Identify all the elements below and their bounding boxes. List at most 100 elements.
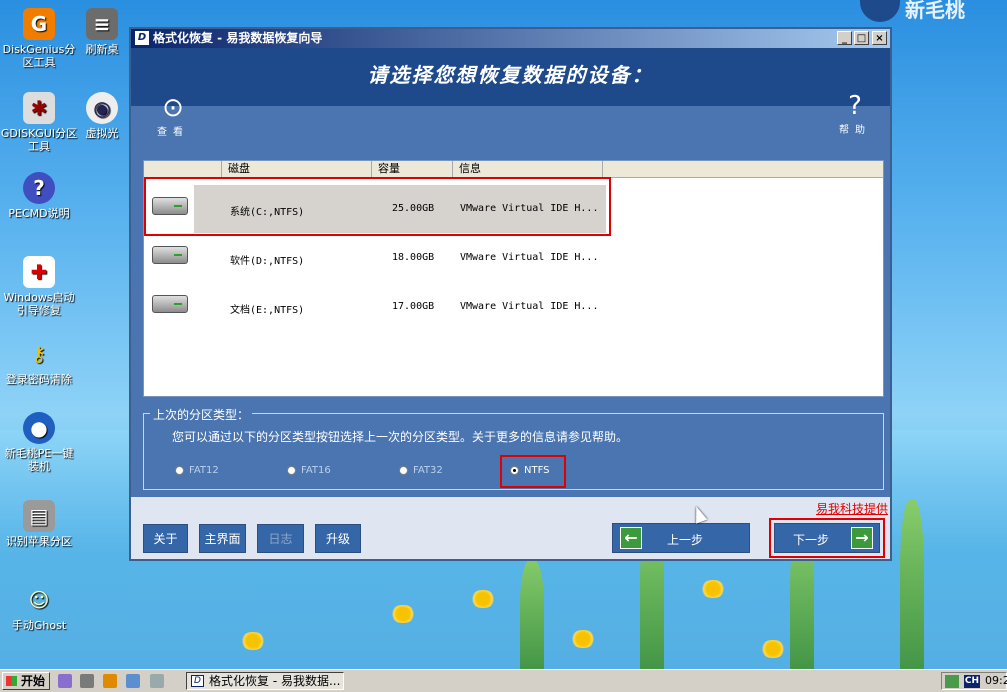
column-header-info[interactable]: 信息 <box>453 161 603 177</box>
quicklaunch-tool-icon[interactable] <box>58 674 72 688</box>
window-titlebar[interactable]: D 格式化恢复 - 易我数据恢复向导 _ □ × <box>131 29 890 48</box>
taskbar-window-button[interactable]: D 格式化恢复 - 易我数据... <box>186 672 344 690</box>
network-tray-icon[interactable] <box>945 675 959 688</box>
desktop-icon-label: DiskGenius分区工具 <box>2 43 76 69</box>
arrow-left-icon: ← <box>620 527 642 549</box>
desktop-icon-label: PECMD说明 <box>8 207 70 220</box>
view-disk-icon: ⊙ <box>162 93 184 123</box>
device-row-d[interactable]: 软件(D:,NTFS) 18.00GB VMware Virtual IDE H… <box>144 234 883 282</box>
desktop-icon-boot-repair[interactable]: ✚ Windows启动引导修复 <box>0 256 78 317</box>
ghost-icon: ☺ <box>28 587 50 612</box>
desktop-icon-label: 新毛桃PE一键装机 <box>4 447 74 473</box>
device-disk: 软件(D:,NTFS) <box>230 256 305 267</box>
hard-disk-icon <box>152 295 188 313</box>
app-icon: D <box>191 675 204 687</box>
wallpaper-flower <box>700 580 726 598</box>
help-button[interactable]: ? 帮助 <box>835 91 875 136</box>
desktop-icon-label: 刷新桌 <box>85 43 119 56</box>
radio-dot <box>287 466 296 475</box>
view-button[interactable]: ⊙ 查看 <box>153 93 193 138</box>
column-header-capacity[interactable]: 容量 <box>372 161 453 177</box>
peach-icon: ● <box>23 412 55 444</box>
radio-label: FAT16 <box>301 465 331 476</box>
system-tray: CH 09:2 <box>941 672 1007 690</box>
wallpaper-flower <box>760 640 786 658</box>
first-aid-icon: ✚ <box>23 256 55 288</box>
quicklaunch-printer-icon[interactable] <box>80 674 94 688</box>
wallpaper-grass <box>520 560 544 670</box>
desktop-icon-pe-install[interactable]: ● 新毛桃PE一键装机 <box>0 412 78 473</box>
quicklaunch-eraser-icon[interactable] <box>150 674 164 688</box>
help-icon: ? <box>848 91 862 121</box>
radio-dot <box>175 466 184 475</box>
desktop-icon-diskgenius[interactable]: G DiskGenius分区工具 <box>0 8 78 69</box>
radio-fat16[interactable]: FAT16 <box>287 465 331 476</box>
group-description: 您可以通过以下的分区类型按钮选择上一次的分区类型。关于更多的信息请参见帮助。 <box>172 430 629 444</box>
desktop-icon-pecmd[interactable]: ? PECMD说明 <box>0 172 78 220</box>
view-label: 查看 <box>157 127 189 138</box>
desktop-icon-label: 手动Ghost <box>11 619 67 632</box>
quicklaunch-monitor-icon[interactable] <box>126 674 140 688</box>
radio-dot <box>399 466 408 475</box>
desktop-icon-label: GDISKGUI分区工具 <box>0 127 78 153</box>
key-icon: ⚷ <box>31 341 47 366</box>
maximize-button[interactable]: □ <box>854 31 869 45</box>
windows-logo-icon <box>6 676 17 686</box>
minimize-button[interactable]: _ <box>837 31 852 45</box>
input-method-indicator[interactable]: CH <box>964 675 980 688</box>
wallpaper-grass <box>900 500 924 670</box>
column-header-disk[interactable]: 磁盘 <box>222 161 372 177</box>
desktop-icon-apple-partition[interactable]: ▤ 识别苹果分区 <box>0 500 78 548</box>
clock: 09:2 <box>985 674 1007 687</box>
wallpaper-flower <box>570 630 596 648</box>
radio-fat12[interactable]: FAT12 <box>175 465 219 476</box>
ntfs-highlight-box <box>500 455 566 488</box>
desktop-icon-password-clear[interactable]: ⚷ 登录密码清除 <box>0 338 78 387</box>
taskbar: 开始 D 格式化恢复 - 易我数据... CH 09:2 <box>0 669 1007 692</box>
device-row-e[interactable]: 文档(E:,NTFS) 17.00GB VMware Virtual IDE H… <box>144 283 883 331</box>
desktop-icon-virtual-cd[interactable]: ◉ 虚拟光 <box>72 92 132 140</box>
desktop-icon-gdiskgui[interactable]: ✱ GDISKGUI分区工具 <box>0 92 78 153</box>
log-button[interactable]: 日志 <box>257 524 304 553</box>
upgrade-button[interactable]: 升级 <box>315 524 361 553</box>
start-label: 开始 <box>21 674 46 688</box>
desktop-icon-manual-ghost[interactable]: ☺ 手动Ghost <box>0 584 78 633</box>
company-link[interactable]: 易我科技提供 <box>813 500 890 517</box>
radio-label: FAT32 <box>413 465 443 476</box>
radio-fat32[interactable]: FAT32 <box>399 465 443 476</box>
app-icon: D <box>135 31 149 45</box>
main-interface-button[interactable]: 主界面 <box>199 524 246 553</box>
column-header-icon <box>144 161 222 177</box>
hard-disk-icon: ▤ <box>23 500 55 532</box>
wallpaper-flower <box>470 590 496 608</box>
wallpaper-flower <box>390 605 416 623</box>
help-question-icon: ? <box>23 172 55 204</box>
device-info: VMware Virtual IDE H... <box>460 301 599 312</box>
device-info: VMware Virtual IDE H... <box>460 252 599 263</box>
recovery-window: D 格式化恢复 - 易我数据恢复向导 _ □ × 请选择您想恢复数据的设备： ⊙… <box>129 27 892 561</box>
desktop-icon-label: 虚拟光 <box>85 127 119 140</box>
about-button[interactable]: 关于 <box>143 524 188 553</box>
close-button[interactable]: × <box>872 31 887 45</box>
brand-text: 新毛桃 <box>905 0 965 22</box>
device-capacity: 18.00GB <box>392 252 435 263</box>
start-button[interactable]: 开始 <box>2 672 50 690</box>
task-label: 格式化恢复 - 易我数据... <box>209 674 341 688</box>
group-legend: 上次的分区类型： <box>150 406 253 423</box>
radio-label: FAT12 <box>189 465 219 476</box>
diskgenius-icon: G <box>23 8 55 40</box>
help-label: 帮助 <box>839 125 871 136</box>
desktop-icon-label: 识别苹果分区 <box>6 535 72 548</box>
wallpaper-flower <box>240 632 266 650</box>
prev-button[interactable]: ← 上一步 <box>612 523 750 553</box>
quicklaunch-folder-icon[interactable] <box>103 674 117 688</box>
brand-logo <box>860 0 900 22</box>
desktop-icon-label: Windows启动引导修复 <box>3 291 75 317</box>
prev-label: 上一步 <box>667 533 704 547</box>
gdiskgui-icon: ✱ <box>23 92 55 124</box>
refresh-desktop-icon: ≡ <box>86 8 118 40</box>
hard-disk-icon <box>152 246 188 264</box>
desktop-icon-refresh[interactable]: ≡ 刷新桌 <box>72 8 132 56</box>
next-highlight-box <box>769 518 885 558</box>
desktop-icon-label: 登录密码清除 <box>6 373 72 386</box>
